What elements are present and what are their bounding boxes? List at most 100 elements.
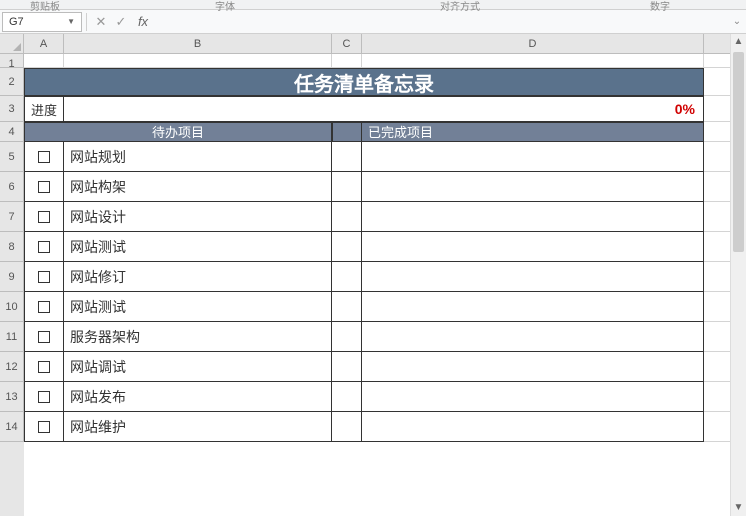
todo-checkbox-cell[interactable]	[24, 172, 64, 202]
grid-row: 网站修订	[24, 262, 746, 292]
row-header[interactable]: 3	[0, 96, 24, 122]
row-header[interactable]: 4	[0, 122, 24, 142]
done-text-cell[interactable]	[362, 172, 704, 202]
row-header[interactable]: 6	[0, 172, 24, 202]
done-text-cell[interactable]	[362, 202, 704, 232]
checkbox-icon[interactable]	[38, 421, 50, 433]
grid-row: 网站构架	[24, 172, 746, 202]
row-header[interactable]: 7	[0, 202, 24, 232]
todo-text-cell[interactable]: 服务器架构	[64, 322, 332, 352]
expand-formula-bar-button[interactable]: ⌄	[728, 16, 746, 27]
todo-text-cell[interactable]: 网站修订	[64, 262, 332, 292]
done-checkbox-cell[interactable]	[332, 382, 362, 412]
grid-row	[24, 54, 746, 68]
checkbox-icon[interactable]	[38, 181, 50, 193]
done-checkbox-cell[interactable]	[332, 202, 362, 232]
checkbox-icon[interactable]	[38, 391, 50, 403]
done-text-cell[interactable]	[362, 292, 704, 322]
checkbox-icon[interactable]	[38, 361, 50, 373]
todo-text-cell[interactable]: 网站发布	[64, 382, 332, 412]
cell[interactable]	[332, 54, 362, 68]
checkbox-icon[interactable]	[38, 301, 50, 313]
done-text-cell[interactable]	[362, 322, 704, 352]
formula-input[interactable]	[155, 12, 728, 32]
todo-checkbox-cell[interactable]	[24, 352, 64, 382]
divider	[86, 13, 87, 31]
done-checkbox-cell[interactable]	[332, 262, 362, 292]
todo-checkbox-cell[interactable]	[24, 382, 64, 412]
row-header[interactable]: 9	[0, 262, 24, 292]
column-header[interactable]: B	[64, 34, 332, 54]
done-text-cell[interactable]	[362, 352, 704, 382]
row-header[interactable]: 2	[0, 68, 24, 96]
todo-text-cell[interactable]: 网站构架	[64, 172, 332, 202]
checkbox-icon[interactable]	[38, 151, 50, 163]
cell[interactable]	[24, 54, 64, 68]
grid-row: 网站测试	[24, 292, 746, 322]
todo-checkbox-cell[interactable]	[24, 262, 64, 292]
scroll-down-icon[interactable]: ▼	[731, 500, 746, 516]
row-header[interactable]: 8	[0, 232, 24, 262]
cell[interactable]	[64, 54, 332, 68]
row-header[interactable]: 14	[0, 412, 24, 442]
checkbox-icon[interactable]	[38, 241, 50, 253]
todo-checkbox-cell[interactable]	[24, 142, 64, 172]
insert-function-button[interactable]: fx	[131, 12, 151, 32]
todo-text-cell[interactable]: 网站设计	[64, 202, 332, 232]
row-header[interactable]: 12	[0, 352, 24, 382]
todo-checkbox-cell[interactable]	[24, 412, 64, 442]
column-header[interactable]: D	[362, 34, 704, 54]
done-checkbox-cell[interactable]	[332, 292, 362, 322]
select-all-corner[interactable]	[0, 34, 24, 54]
spreadsheet-area: 1 2 3 4 5 6 7 8 9 10 11 12 13 14 A B C D…	[0, 34, 746, 516]
vertical-scrollbar[interactable]: ▲ ▼	[730, 34, 746, 516]
row-header[interactable]: 1	[0, 54, 24, 68]
title-cell[interactable]: 任务清单备忘录	[24, 68, 704, 96]
ribbon-group-labels: 剪贴板 字体 对齐方式 数字	[0, 0, 746, 10]
row-header[interactable]: 5	[0, 142, 24, 172]
row-header[interactable]: 10	[0, 292, 24, 322]
done-text-cell[interactable]	[362, 142, 704, 172]
name-box[interactable]: G7 ▼	[2, 12, 82, 32]
todo-checkbox-cell[interactable]	[24, 292, 64, 322]
grid-row: 服务器架构	[24, 322, 746, 352]
header-done-check[interactable]	[332, 122, 362, 142]
column-header[interactable]: C	[332, 34, 362, 54]
checkbox-icon[interactable]	[38, 211, 50, 223]
done-checkbox-cell[interactable]	[332, 172, 362, 202]
done-checkbox-cell[interactable]	[332, 232, 362, 262]
todo-checkbox-cell[interactable]	[24, 232, 64, 262]
header-done[interactable]: 已完成项目	[362, 122, 704, 142]
done-checkbox-cell[interactable]	[332, 412, 362, 442]
header-todo[interactable]: 待办项目	[24, 122, 332, 142]
checkbox-icon[interactable]	[38, 271, 50, 283]
todo-text-cell[interactable]: 网站测试	[64, 232, 332, 262]
done-text-cell[interactable]	[362, 412, 704, 442]
done-text-cell[interactable]	[362, 382, 704, 412]
cancel-formula-button[interactable]: ✕	[91, 12, 111, 32]
todo-text-cell[interactable]: 网站维护	[64, 412, 332, 442]
done-checkbox-cell[interactable]	[332, 322, 362, 352]
scroll-thumb[interactable]	[733, 52, 744, 252]
done-text-cell[interactable]	[362, 232, 704, 262]
done-checkbox-cell[interactable]	[332, 142, 362, 172]
todo-text-cell[interactable]: 网站测试	[64, 292, 332, 322]
row-header[interactable]: 11	[0, 322, 24, 352]
done-text-cell[interactable]	[362, 262, 704, 292]
grid-row: 网站维护	[24, 412, 746, 442]
checkbox-icon[interactable]	[38, 331, 50, 343]
progress-label-cell[interactable]: 进度	[24, 96, 64, 122]
confirm-formula-button[interactable]: ✓	[111, 12, 131, 32]
done-checkbox-cell[interactable]	[332, 352, 362, 382]
todo-checkbox-cell[interactable]	[24, 202, 64, 232]
grid-row: 进度 0%	[24, 96, 746, 122]
todo-checkbox-cell[interactable]	[24, 322, 64, 352]
grid-body[interactable]: A B C D E 任务清单备忘录 进度 0% 待办项目	[24, 34, 746, 516]
row-header[interactable]: 13	[0, 382, 24, 412]
cell[interactable]	[362, 54, 704, 68]
todo-text-cell[interactable]: 网站规划	[64, 142, 332, 172]
column-header[interactable]: A	[24, 34, 64, 54]
scroll-up-icon[interactable]: ▲	[731, 34, 746, 50]
todo-text-cell[interactable]: 网站调试	[64, 352, 332, 382]
progress-value-cell[interactable]: 0%	[64, 96, 704, 122]
